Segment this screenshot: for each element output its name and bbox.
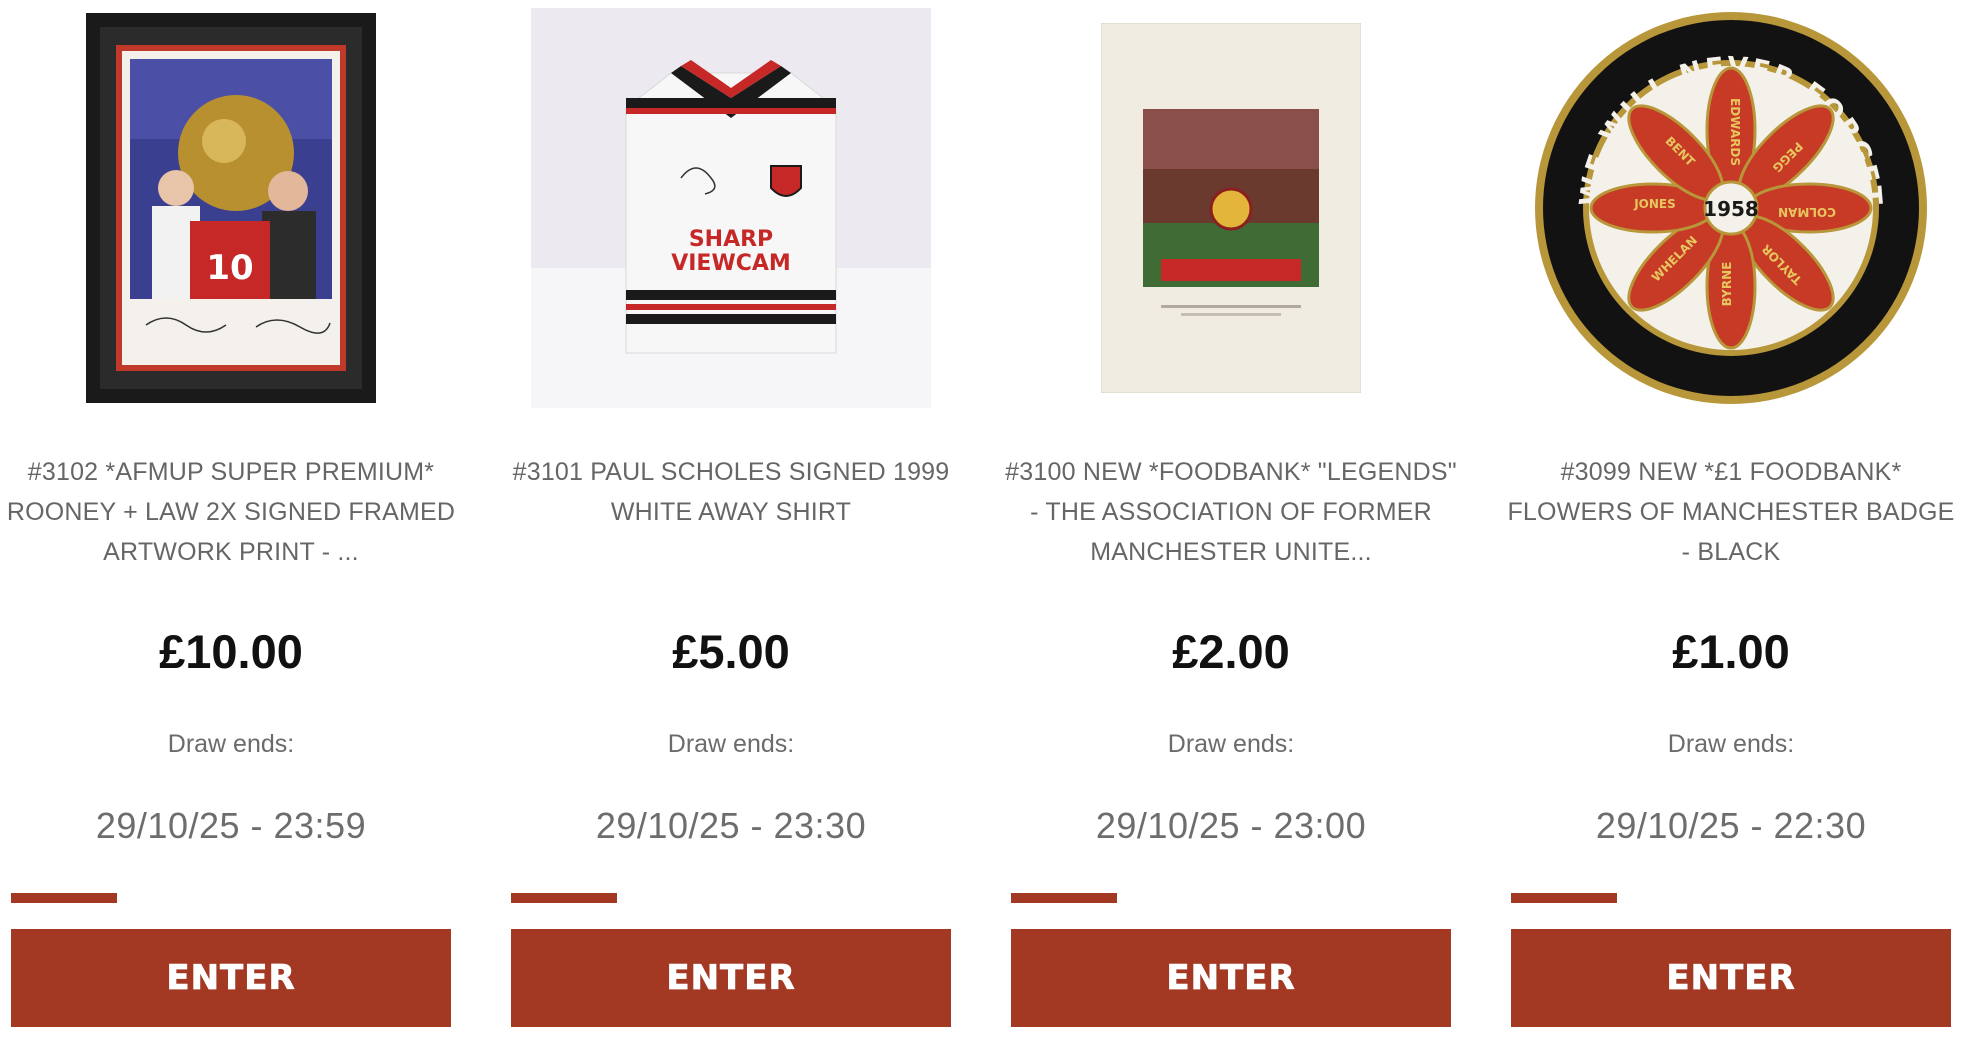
enter-button[interactable]: ENTER bbox=[11, 929, 451, 1027]
draw-ends-label: Draw ends: bbox=[167, 730, 295, 758]
sponsor-text-line2: VIEWCAM bbox=[671, 251, 791, 276]
draw-end-date: 29/10/25 - 23:30 bbox=[595, 805, 867, 846]
competition-card: #3100 NEW *FOODBANK* "LEGENDS" - THE ASS… bbox=[1005, 0, 1457, 1038]
competition-title[interactable]: #3100 NEW *FOODBANK* "LEGENDS" - THE ASS… bbox=[1001, 452, 1461, 572]
tickets-sold-progress bbox=[11, 893, 451, 903]
draw-ends-label: Draw ends: bbox=[667, 730, 795, 758]
tickets-sold-progress bbox=[1011, 893, 1451, 903]
product-image-away-shirt[interactable]: SHARP VIEWCAM bbox=[511, 8, 951, 408]
tickets-sold-progress bbox=[1511, 893, 1951, 903]
badge-petal-name: EDWARDS bbox=[1728, 98, 1742, 166]
competition-title[interactable]: #3101 PAUL SCHOLES SIGNED 1999 WHITE AWA… bbox=[501, 452, 961, 532]
tickets-sold-progress-fill bbox=[1011, 893, 1117, 903]
enter-button[interactable]: ENTER bbox=[1011, 929, 1451, 1027]
competition-card: 10 #3102 *AFMUP SUPER PREMIUM* ROONEY + … bbox=[7, 0, 455, 1038]
ticket-price: £1.00 bbox=[1672, 625, 1790, 678]
shirt-number: 10 bbox=[206, 248, 253, 288]
draw-end-date: 29/10/25 - 23:00 bbox=[1095, 805, 1367, 846]
tickets-sold-progress bbox=[511, 893, 951, 903]
draw-ends-label: Draw ends: bbox=[1167, 730, 1295, 758]
tickets-sold-progress-fill bbox=[11, 893, 117, 903]
tickets-sold-progress-fill bbox=[1511, 893, 1617, 903]
product-image-badge[interactable]: WE WILL NEVER FORGET THE FLOWERS OF MANC… bbox=[1511, 8, 1951, 408]
enter-button[interactable]: ENTER bbox=[1511, 929, 1951, 1027]
tickets-sold-progress-fill bbox=[511, 893, 617, 903]
competition-card: WE WILL NEVER FORGET THE FLOWERS OF MANC… bbox=[1507, 0, 1954, 1038]
badge-petal-name: BYRNE bbox=[1720, 262, 1734, 307]
draw-ends-label: Draw ends: bbox=[1667, 730, 1795, 758]
competition-title[interactable]: #3102 *AFMUP SUPER PREMIUM* ROONEY + LAW… bbox=[1, 452, 461, 572]
ticket-price: £5.00 bbox=[672, 625, 790, 678]
framed-print-illustration: 10 bbox=[86, 13, 376, 403]
draw-end-date: 29/10/25 - 23:59 bbox=[95, 805, 367, 846]
legends-print-illustration bbox=[1101, 23, 1361, 393]
flowers-badge-illustration: WE WILL NEVER FORGET THE FLOWERS OF MANC… bbox=[1531, 8, 1927, 404]
ticket-price: £2.00 bbox=[1172, 625, 1290, 678]
competition-grid: 10 #3102 *AFMUP SUPER PREMIUM* ROONEY + … bbox=[0, 0, 1962, 1038]
away-shirt-illustration: SHARP VIEWCAM bbox=[531, 8, 931, 408]
draw-end-date: 29/10/25 - 22:30 bbox=[1595, 805, 1867, 846]
badge-petal-name: JONES bbox=[1633, 197, 1676, 211]
competition-title[interactable]: #3099 NEW *£1 FOODBANK* FLOWERS OF MANCH… bbox=[1501, 452, 1961, 572]
product-image-legends-print[interactable] bbox=[1011, 8, 1451, 408]
competition-card: SHARP VIEWCAM #3101 PAUL SCHOLES SIGNED … bbox=[511, 0, 951, 1038]
enter-button[interactable]: ENTER bbox=[511, 929, 951, 1027]
ticket-price: £10.00 bbox=[159, 625, 303, 678]
sponsor-text-line1: SHARP bbox=[689, 227, 773, 252]
badge-center-year: 1958 bbox=[1703, 197, 1759, 221]
badge-petal-name: COLMAN bbox=[1778, 205, 1836, 219]
product-image-framed-print[interactable]: 10 bbox=[11, 8, 451, 408]
